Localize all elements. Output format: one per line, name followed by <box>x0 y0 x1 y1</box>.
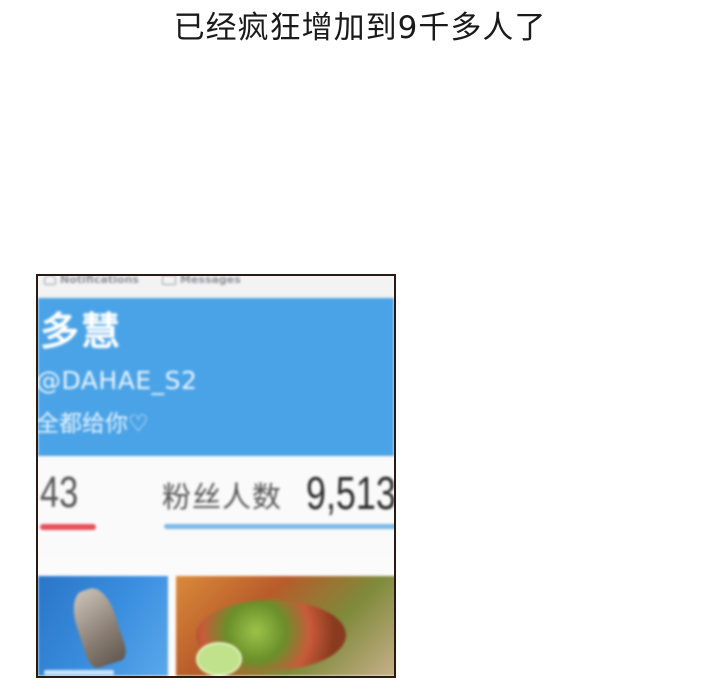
top-nav-bar: Notifications Messages <box>38 276 394 298</box>
profile-header: 多慧 @DAHAE_S2 全都给你♡ <box>38 298 394 456</box>
phone-screenshot-panel: Notifications Messages 多慧 @DAHAE_S2 全都给你… <box>36 274 396 678</box>
media-tile-portrait[interactable] <box>38 576 168 676</box>
leaf-garnish <box>196 642 242 676</box>
profile-handle[interactable]: @DAHAE_S2 <box>38 366 197 395</box>
tile-caption-bar <box>44 670 114 675</box>
followers-underline <box>164 524 394 529</box>
nav-messages[interactable]: Messages <box>162 274 241 286</box>
nav-messages-label: Messages <box>180 274 241 286</box>
profile-name: 多慧 <box>40 310 123 355</box>
mail-icon <box>162 276 176 285</box>
blurred-profile-screen: Notifications Messages 多慧 @DAHAE_S2 全都给你… <box>38 276 394 676</box>
following-underline <box>40 524 96 530</box>
caption-text: 已经疯狂增加到9千多人了 <box>173 10 547 46</box>
nav-notifications[interactable]: Notifications <box>44 274 139 286</box>
media-grid <box>38 572 394 676</box>
portrait-figure <box>66 583 130 671</box>
followers-count[interactable]: 9,513 <box>306 466 394 520</box>
following-count[interactable]: 43 <box>40 468 78 518</box>
profile-bio: 全都给你♡ <box>36 411 149 437</box>
media-tile-food[interactable] <box>176 576 394 676</box>
profile-stats: 43 粉丝人数 9,513 <box>38 456 394 556</box>
followers-label[interactable]: 粉丝人数 <box>162 474 282 516</box>
bell-icon <box>44 276 56 285</box>
nav-notifications-label: Notifications <box>60 274 139 286</box>
